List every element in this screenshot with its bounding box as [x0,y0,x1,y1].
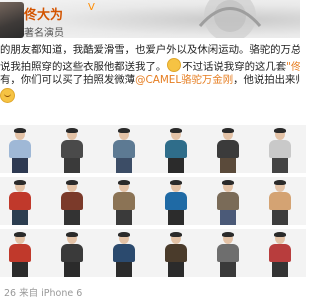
product-photo-thumbnail[interactable] [252,125,306,173]
photo-grid [0,123,306,283]
user-title: 著名演员 [24,28,64,38]
product-photo-thumbnail[interactable] [44,229,98,277]
figure-jacket [217,192,239,210]
figure-jacket [113,140,135,158]
figure-jacket [269,192,291,210]
product-photo-thumbnail[interactable] [96,125,150,173]
figure-hair [14,128,26,133]
figure-jacket [165,140,187,158]
figure-hair [118,180,130,185]
figure-jacket [269,244,291,262]
figure-hair [118,232,130,237]
figure-hair [14,180,26,185]
post-footer: 26 来自 iPhone 6 [0,284,300,300]
figure-jacket [165,244,187,262]
product-photo-thumbnail[interactable] [200,229,254,277]
figure-hair [170,180,182,185]
figure-pants [272,262,288,277]
figure-jacket [61,140,83,158]
highlighted-text: "佟大为同款" [286,61,300,73]
avatar[interactable] [0,2,24,38]
product-photo-thumbnail[interactable] [0,229,46,277]
post-line: 的朋友都知道，我酷爱滑雪，也爱户外以及休闲运动。骆驼的万总是个好人，他 [0,44,300,56]
product-photo-thumbnail[interactable] [252,229,306,277]
figure-pants [12,158,28,173]
figure-hair [66,128,78,133]
product-photo-thumbnail[interactable] [96,177,150,225]
figure-pants [12,262,28,277]
verified-badge-icon: V [88,2,95,13]
figure-jacket [61,244,83,262]
post-line [0,88,300,103]
figure-pants [220,210,236,225]
figure-hair [170,232,182,237]
figure-hair [274,232,286,237]
product-photo-thumbnail[interactable] [44,177,98,225]
figure-pants [272,158,288,173]
figure-pants [116,262,132,277]
product-photo-thumbnail[interactable] [44,125,98,173]
figure-hair [66,180,78,185]
figure-jacket [113,192,135,210]
figure-pants [220,158,236,173]
figure-pants [168,158,184,173]
figure-jacket [113,244,135,262]
figure-pants [220,262,236,277]
post-text: 的朋友都知道，我酷爱滑雪，也爱户外以及休闲运动。骆驼的万总是个好人，他 说我拍照… [0,43,300,103]
figure-hair [274,180,286,185]
figure-hair [118,128,130,133]
figure-pants [168,262,184,277]
figure-jacket [9,140,31,158]
figure-pants [64,158,80,173]
header-background-image [198,0,262,38]
figure-hair [14,232,26,237]
figure-pants [116,210,132,225]
figure-pants [12,210,28,225]
figure-jacket [61,192,83,210]
post-line: 说我拍照穿的这些衣服他都送我了。不过话说我穿的这几套"佟大为同款"在 [0,58,300,73]
figure-hair [222,180,234,185]
figure-jacket [217,244,239,262]
product-photo-thumbnail[interactable] [252,177,306,225]
username[interactable]: 佟大为 [24,4,63,23]
figure-hair [222,232,234,237]
product-photo-thumbnail[interactable] [96,229,150,277]
figure-pants [64,210,80,225]
figure-pants [272,210,288,225]
figure-jacket [165,192,187,210]
grin-emoji-icon [0,88,15,103]
post-source[interactable]: 26 来自 iPhone 6 [4,285,82,299]
product-photo-thumbnail[interactable] [148,177,202,225]
figure-pants [116,158,132,173]
post-line: 有，你们可以买了拍照发微薄@CAMEL骆驼万金刚，他说拍出来帅和我一样帅的 [0,74,300,86]
product-photo-thumbnail[interactable] [0,125,46,173]
figure-pants [168,210,184,225]
product-photo-thumbnail[interactable] [0,177,46,225]
product-photo-thumbnail[interactable] [148,229,202,277]
figure-pants [64,262,80,277]
figure-hair [222,128,234,133]
figure-jacket [9,244,31,262]
smile-emoji-icon [167,58,182,72]
product-photo-thumbnail[interactable] [200,177,254,225]
user-mention-link[interactable]: @CAMEL骆驼万金刚 [135,74,233,86]
figure-hair [170,128,182,133]
profile-header: 佟大为 V 著名演员 [0,0,300,38]
figure-hair [66,232,78,237]
figure-jacket [9,192,31,210]
figure-jacket [269,140,291,158]
figure-hair [274,128,286,133]
product-photo-thumbnail[interactable] [200,125,254,173]
product-photo-thumbnail[interactable] [148,125,202,173]
figure-jacket [217,140,239,158]
